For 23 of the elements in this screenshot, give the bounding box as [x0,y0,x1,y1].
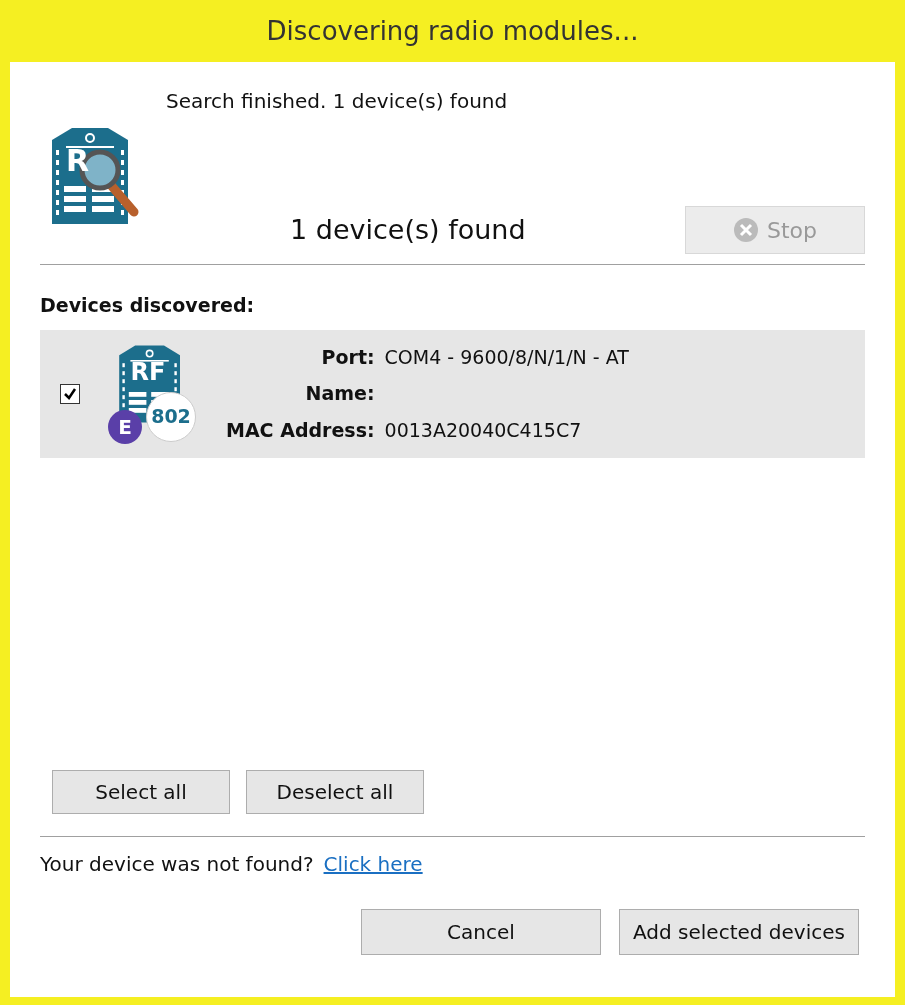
status-message: Search finished. 1 device(s) found [166,88,509,115]
field-label: Port: [320,344,375,370]
device-row[interactable]: RF E 802 Port: COM4 - 9600/8/N/1/N - AT Name: MAC Address: 0013A20040C415C7 [40,329,865,458]
add-devices-button[interactable]: Add selected devices [619,909,859,955]
close-circle-icon [733,217,759,243]
field-label: Name: [304,381,375,407]
check-icon [63,386,77,401]
field-value: COM4 - 9600/8/N/1/N - AT [384,345,629,368]
module-label: R [66,146,90,176]
device-count: 1 device(s) found [290,212,527,247]
deselect-all-button[interactable]: Deselect all [246,770,424,814]
help-link[interactable]: Click here [323,849,423,879]
section-heading: Devices discovered: [40,293,256,318]
select-all-button[interactable]: Select all [52,770,230,814]
module-label: RF [130,359,166,384]
field-label: MAC Address: [226,417,375,443]
letter-badge: E [108,409,142,444]
help-text: Your device was not found? [40,851,314,878]
window-title: Discovering radio modules... [265,14,640,48]
checkbox[interactable] [60,383,80,404]
cancel-button[interactable]: Cancel [361,909,601,955]
protocol-badge: 802 [146,391,196,442]
field-value: 0013A20040C415C7 [384,418,582,441]
